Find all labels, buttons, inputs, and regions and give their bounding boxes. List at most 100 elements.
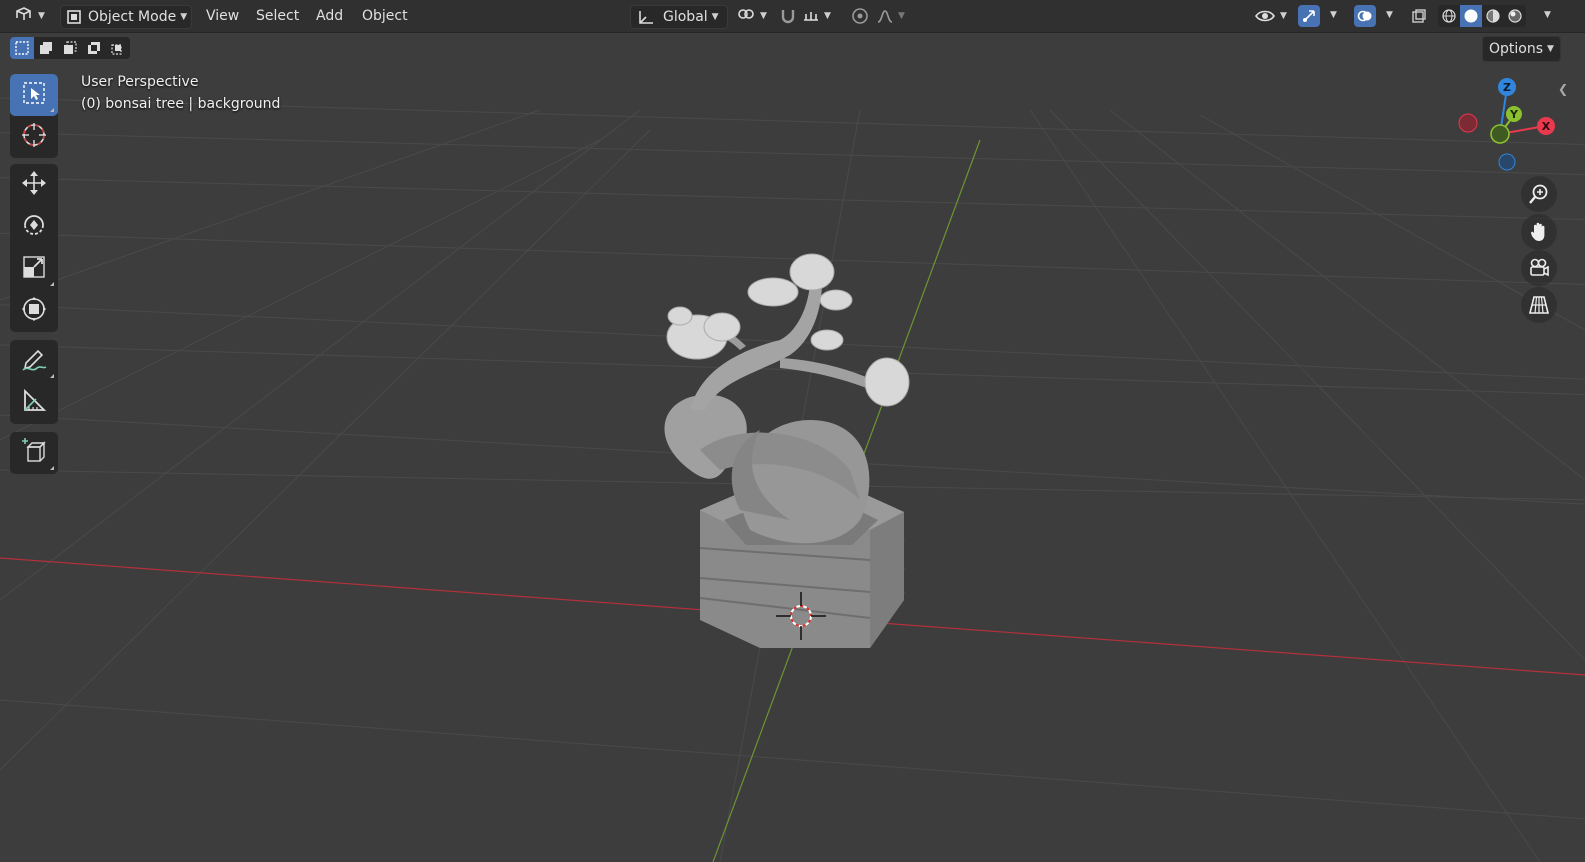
tool-more-indicator bbox=[50, 466, 54, 470]
visibility-dropdown[interactable]: ▼ bbox=[1254, 5, 1292, 27]
tool-more-indicator bbox=[50, 374, 54, 378]
select-intersect-icon[interactable] bbox=[106, 37, 130, 59]
pan-button[interactable] bbox=[1521, 214, 1557, 250]
annotate-icon bbox=[20, 345, 48, 377]
menu-select[interactable]: Select bbox=[250, 0, 305, 32]
camera-icon bbox=[1528, 257, 1550, 279]
snap-magnet-icon[interactable] bbox=[778, 7, 798, 25]
chevron-down-icon: ▼ bbox=[824, 11, 831, 21]
orientation-axes-icon bbox=[637, 9, 655, 25]
view-name-label: User Perspective bbox=[81, 74, 199, 90]
hand-icon bbox=[1528, 221, 1550, 243]
gizmo-toggle-icon[interactable] bbox=[1298, 5, 1320, 27]
zoom-button[interactable] bbox=[1521, 176, 1557, 212]
tool-scale[interactable] bbox=[10, 248, 58, 290]
tool-add-cube[interactable] bbox=[10, 432, 58, 474]
x-axis-label: X bbox=[1542, 120, 1551, 133]
falloff-curve-icon[interactable] bbox=[876, 8, 894, 24]
cursor-icon bbox=[20, 121, 48, 153]
chevron-down-icon[interactable]: ▼ bbox=[1544, 10, 1551, 20]
move-icon bbox=[20, 169, 48, 201]
chevron-down-icon[interactable]: ▼ bbox=[1386, 10, 1393, 20]
chevron-down-icon: ▼ bbox=[760, 11, 767, 21]
select-extend-icon[interactable] bbox=[34, 37, 58, 59]
add-cube-icon bbox=[20, 437, 48, 469]
navigation-gizmo[interactable]: Y Z X bbox=[1455, 72, 1560, 177]
viewport-header: ▼ Object Mode ▼ View Select Add Object G… bbox=[0, 0, 1585, 33]
material-preview-icon[interactable] bbox=[1482, 5, 1504, 27]
chevron-down-icon[interactable]: ▼ bbox=[1330, 10, 1337, 20]
scale-icon bbox=[20, 253, 48, 285]
chevron-down-icon: ▼ bbox=[1280, 11, 1287, 21]
options-label: Options bbox=[1489, 41, 1544, 57]
tool-rotate[interactable] bbox=[10, 206, 58, 248]
tool-more-indicator bbox=[50, 282, 54, 286]
tool-cursor[interactable] bbox=[10, 116, 58, 158]
z-axis-label: Z bbox=[1503, 81, 1511, 94]
orientation-label: Global bbox=[663, 9, 708, 25]
editor-type-button[interactable]: ▼ bbox=[14, 5, 50, 27]
chevron-down-icon: ▼ bbox=[898, 11, 905, 21]
selection-mode-group[interactable] bbox=[10, 37, 130, 59]
mode-dropdown[interactable]: Object Mode ▼ bbox=[60, 5, 192, 29]
tool-measure[interactable] bbox=[10, 382, 58, 424]
select-box-icon bbox=[21, 80, 47, 110]
select-new-icon[interactable] bbox=[10, 37, 34, 59]
tool-group-transform bbox=[10, 164, 58, 332]
3d-viewport[interactable]: ▼ Object Mode ▼ View Select Add Object G… bbox=[0, 0, 1585, 862]
chevron-down-icon: ▼ bbox=[38, 11, 45, 21]
tool-annotate[interactable] bbox=[10, 340, 58, 382]
bonsai-tree-model[interactable] bbox=[664, 253, 910, 648]
gizmo-toggle-group[interactable] bbox=[1298, 5, 1320, 27]
transform-icon bbox=[20, 295, 48, 327]
object-mode-icon bbox=[66, 9, 82, 25]
pivot-point-dropdown[interactable]: ▼ bbox=[736, 5, 772, 27]
3d-viewport-icon bbox=[14, 6, 34, 26]
neg-x-axis-handle[interactable] bbox=[1458, 113, 1478, 133]
mode-label: Object Mode bbox=[88, 9, 177, 25]
tool-group-select bbox=[10, 74, 58, 158]
shading-mode-group[interactable] bbox=[1438, 5, 1526, 27]
transform-orientation-dropdown[interactable]: Global ▼ bbox=[630, 5, 728, 29]
overlay-toggle-group[interactable] bbox=[1354, 5, 1376, 27]
options-dropdown[interactable]: Options ▼ bbox=[1482, 36, 1561, 62]
chevron-down-icon: ▼ bbox=[180, 12, 188, 22]
y-axis-label: Y bbox=[1509, 108, 1519, 121]
proportional-edit-icon[interactable] bbox=[850, 7, 870, 25]
rotate-icon bbox=[20, 211, 48, 243]
tool-group-add bbox=[10, 432, 58, 474]
tool-select-box[interactable] bbox=[10, 74, 58, 116]
rendered-shading-icon[interactable] bbox=[1504, 5, 1526, 27]
perspective-grid-icon bbox=[1528, 294, 1550, 316]
pivot-link-icon bbox=[736, 6, 756, 26]
zoom-icon bbox=[1528, 183, 1550, 205]
neg-y-axis-handle[interactable] bbox=[1490, 124, 1510, 144]
tool-more-indicator bbox=[50, 108, 54, 112]
projection-toggle-button[interactable] bbox=[1521, 287, 1557, 323]
solid-shading-icon[interactable] bbox=[1460, 5, 1482, 27]
eye-icon bbox=[1254, 8, 1276, 24]
chevron-down-icon: ▼ bbox=[1547, 44, 1554, 54]
overlays-icon[interactable] bbox=[1354, 5, 1376, 27]
object-info-label: (0) bonsai tree | background bbox=[81, 96, 281, 112]
wireframe-shading-icon[interactable] bbox=[1438, 5, 1460, 27]
neg-z-axis-handle[interactable] bbox=[1498, 153, 1516, 171]
select-difference-icon[interactable] bbox=[82, 37, 106, 59]
tool-group-annotate bbox=[10, 340, 58, 424]
tool-transform[interactable] bbox=[10, 290, 58, 332]
menu-add[interactable]: Add bbox=[310, 0, 349, 32]
viewport-scene[interactable] bbox=[0, 0, 1585, 862]
menu-view[interactable]: View bbox=[200, 0, 245, 32]
snapping-controls[interactable]: ▼ bbox=[778, 5, 842, 27]
measure-icon bbox=[20, 387, 48, 419]
select-subtract-icon[interactable] bbox=[58, 37, 82, 59]
camera-view-button[interactable] bbox=[1521, 250, 1557, 286]
chevron-left-icon[interactable]: ❮ bbox=[1558, 82, 1568, 96]
chevron-down-icon: ▼ bbox=[711, 12, 719, 22]
menu-object[interactable]: Object bbox=[356, 0, 414, 32]
snap-increment-icon[interactable] bbox=[802, 8, 820, 24]
proportional-editing-controls[interactable]: ▼ bbox=[850, 5, 912, 27]
tool-move[interactable] bbox=[10, 164, 58, 206]
xray-icon bbox=[1411, 8, 1427, 24]
xray-toggle[interactable] bbox=[1408, 5, 1430, 27]
